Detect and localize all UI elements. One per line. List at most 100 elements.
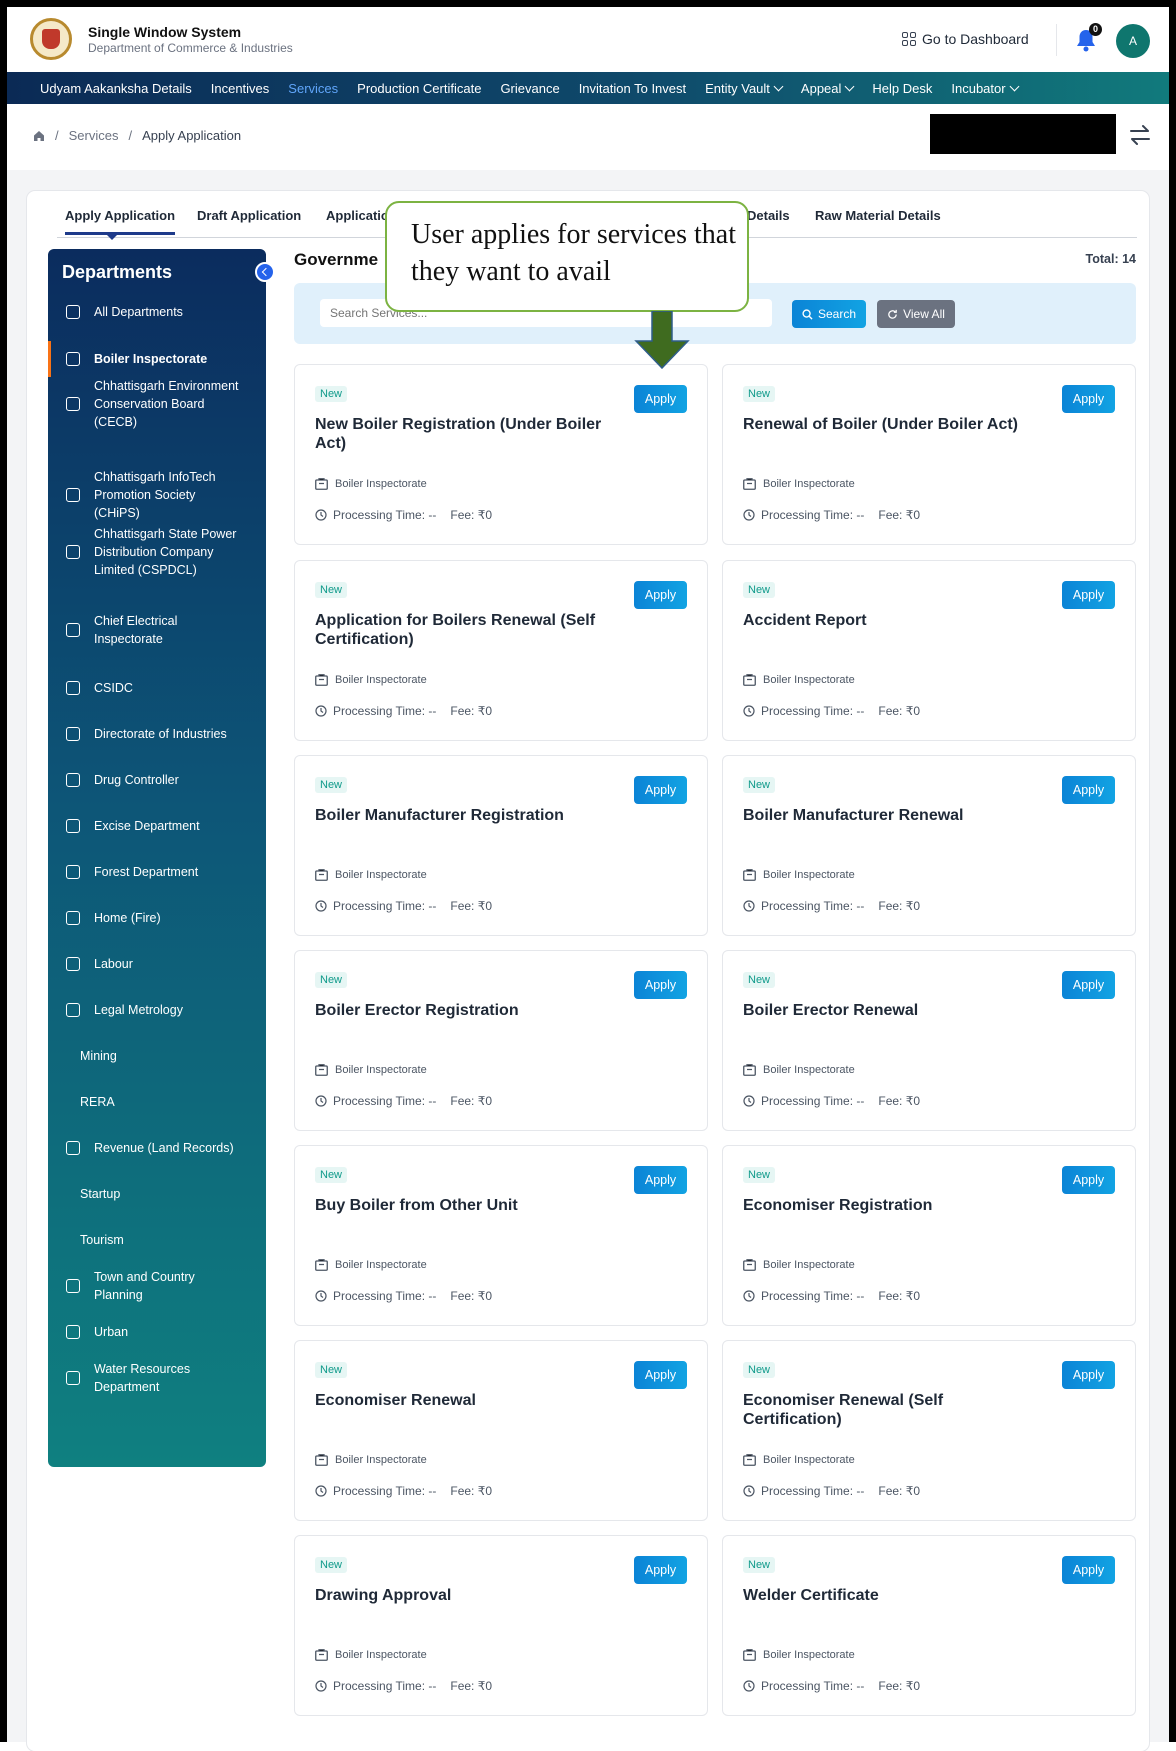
nav-grievance[interactable]: Grievance [500, 81, 559, 96]
nav-label: Services [288, 80, 339, 96]
sidebar-item-label: CSIDC [94, 681, 133, 695]
clock-icon [743, 900, 755, 912]
service-name: Boiler Manufacturer Renewal [743, 807, 964, 824]
sidebar-item-boiler-inspectorate[interactable]: Boiler Inspectorate [48, 341, 266, 377]
sidebar-item-rera[interactable]: RERA [48, 1093, 266, 1111]
user-avatar[interactable]: A [1116, 24, 1150, 58]
tab-applications[interactable]: Applicatio [326, 208, 389, 223]
nav-production-certificate[interactable]: Production Certificate [357, 81, 481, 96]
service-department: Boiler Inspectorate [315, 1064, 427, 1076]
tab-details[interactable]: Details [747, 208, 790, 223]
nav-appeal[interactable]: Appeal [801, 81, 855, 96]
apply-button[interactable]: Apply [634, 1556, 687, 1584]
service-meta: Processing Time: -- Fee: ₹0 [743, 704, 920, 718]
apply-button[interactable]: Apply [634, 1166, 687, 1194]
service-name: Boiler Erector Renewal [743, 1002, 919, 1019]
sidebar-item-home-fire[interactable]: Home (Fire) [48, 909, 266, 927]
sidebar-item-tourism[interactable]: Tourism [48, 1231, 266, 1249]
sidebar-item-startup[interactable]: Startup [48, 1185, 266, 1203]
department-icon [66, 1325, 80, 1339]
sidebar-item-excise-department[interactable]: Excise Department [48, 817, 266, 835]
service-card: New Apply Renewal of Boiler (Under Boiler … [722, 364, 1136, 545]
department-icon [66, 305, 80, 319]
sidebar-item-all-departments[interactable]: All Departments [48, 303, 266, 321]
apply-button[interactable]: Apply [634, 581, 687, 609]
department-icon [66, 911, 80, 925]
sidebar-collapse-button[interactable] [255, 262, 275, 282]
sidebar-item-revenue-land-records[interactable]: Revenue (Land Records) [48, 1139, 266, 1157]
apply-button[interactable]: Apply [634, 776, 687, 804]
processing-time: Processing Time: -- [333, 1484, 437, 1498]
sidebar-item-label: Startup [80, 1187, 121, 1201]
apply-button[interactable]: Apply [634, 385, 687, 413]
sidebar-item-csidc[interactable]: CSIDC [48, 679, 266, 697]
service-name: Boiler Erector Registration [315, 1002, 519, 1019]
service-name: Application for Boilers Renewal (Self Ce… [315, 612, 596, 648]
sidebar-item-water-resources-department[interactable]: Water Resources Department [48, 1360, 266, 1396]
service-name: Accident Report [743, 612, 867, 629]
nav-entity-vault[interactable]: Entity Vault [705, 81, 784, 96]
tab-apply-application[interactable]: Apply Application [65, 208, 176, 235]
sidebar-item-label: Home (Fire) [94, 911, 161, 925]
service-department: Boiler Inspectorate [315, 674, 427, 686]
apply-button[interactable]: Apply [1062, 1361, 1115, 1389]
processing-time: Processing Time: -- [333, 508, 437, 522]
service-department: Boiler Inspectorate [743, 1454, 855, 1466]
clock-icon [743, 1485, 755, 1497]
department-icon [66, 819, 80, 833]
apply-button[interactable]: Apply [634, 971, 687, 999]
service-card: New Apply New Boiler Registration (Under B… [294, 364, 708, 545]
new-badge: New [743, 1167, 776, 1183]
sidebar-item-cspdcl[interactable]: Chhattisgarh State Power Distribution Co… [48, 525, 266, 579]
nav-incentives[interactable]: Incentives [211, 81, 270, 96]
nav-incubator[interactable]: Incubator [951, 81, 1020, 96]
sidebar-item-cecb[interactable]: Chhattisgarh Environment Conservation Bo… [48, 377, 266, 431]
apply-button[interactable]: Apply [634, 1361, 687, 1389]
search-button[interactable]: Search [792, 300, 866, 328]
nav-services[interactable]: Services [288, 81, 338, 96]
service-department: Boiler Inspectorate [315, 478, 427, 490]
sidebar-item-town-and-country-planning[interactable]: Town and Country Planning [48, 1268, 266, 1304]
nav-invitation-to-invest[interactable]: Invitation To Invest [579, 81, 686, 96]
home-icon[interactable] [33, 130, 45, 142]
view-all-button[interactable]: View All [877, 300, 955, 328]
apply-button[interactable]: Apply [1062, 971, 1115, 999]
switch-arrows-icon[interactable] [1128, 124, 1152, 146]
nav-udyam-aakanksha-details[interactable]: Udyam Aakanksha Details [40, 81, 192, 96]
department-icon [66, 681, 80, 695]
apply-button[interactable]: Apply [1062, 1556, 1115, 1584]
new-badge: New [315, 386, 348, 402]
sidebar-item-chief-electrical-inspectorate[interactable]: Chief Electrical Inspectorate [48, 612, 266, 648]
sidebar-item-label: Excise Department [94, 819, 200, 833]
breadcrumb: / Services / Apply Application [33, 128, 241, 143]
sidebar-item-labour[interactable]: Labour [48, 955, 266, 973]
apply-button[interactable]: Apply [1062, 776, 1115, 804]
clock-icon [743, 705, 755, 717]
apply-button[interactable]: Apply [1062, 1166, 1115, 1194]
processing-time: Processing Time: -- [333, 704, 437, 718]
sidebar-item-drug-controller[interactable]: Drug Controller [48, 771, 266, 789]
breadcrumb-services-link[interactable]: Services [69, 128, 119, 143]
sidebar-item-forest-department[interactable]: Forest Department [48, 863, 266, 881]
tab-draft-application[interactable]: Draft Application [197, 208, 301, 223]
department-name: Boiler Inspectorate [335, 1259, 427, 1271]
breadcrumb-separator: / [55, 128, 59, 143]
sidebar-item-directorate-of-industries[interactable]: Directorate of Industries [48, 725, 266, 743]
apply-button[interactable]: Apply [1062, 385, 1115, 413]
sidebar-item-label: Labour [94, 957, 133, 971]
service-fee: Fee: ₹0 [450, 1679, 493, 1693]
sidebar-item-legal-metrology[interactable]: Legal Metrology [48, 1001, 266, 1019]
go-to-dashboard-link[interactable]: Go to Dashboard [902, 31, 1029, 47]
service-card: New Apply Boiler Manufacturer Registration… [294, 755, 708, 936]
department-icon [66, 545, 80, 559]
apply-button[interactable]: Apply [1062, 581, 1115, 609]
department-icon [66, 397, 80, 411]
nav-help-desk[interactable]: Help Desk [872, 81, 932, 96]
sidebar-item-chips[interactable]: Chhattisgarh InfoTech Promotion Society … [48, 468, 266, 522]
tab-raw-material-details[interactable]: Raw Material Details [815, 208, 941, 223]
department-icon [66, 1141, 80, 1155]
nav-label: Grievance [500, 80, 560, 96]
sidebar-item-mining[interactable]: Mining [48, 1047, 266, 1065]
service-meta: Processing Time: -- Fee: ₹0 [743, 899, 920, 913]
sidebar-item-urban[interactable]: Urban [48, 1323, 266, 1341]
